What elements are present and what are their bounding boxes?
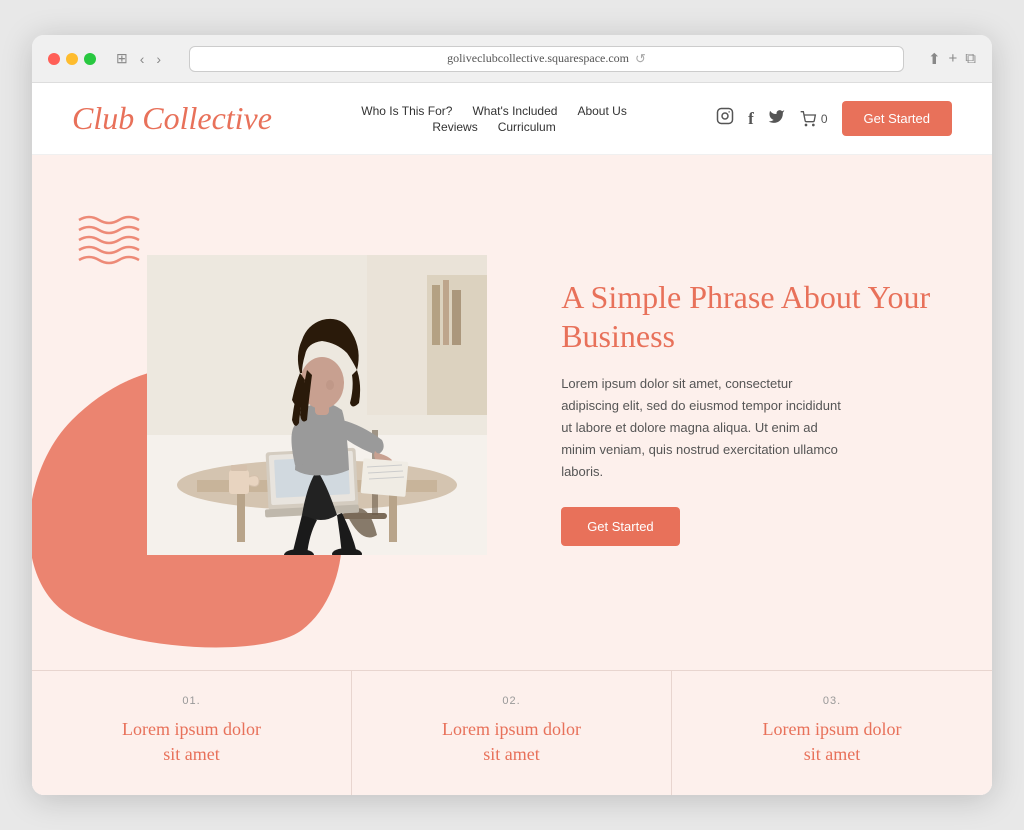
feature-number-1: 01. (62, 695, 321, 707)
browser-window: ⊞ ‹ › goliveclubcollective.squarespace.c… (32, 35, 992, 795)
nav-reviews[interactable]: Reviews (432, 120, 477, 134)
browser-controls: ⊞ ‹ › (112, 48, 165, 69)
close-button[interactable] (48, 53, 60, 65)
nav-about-us[interactable]: About Us (577, 104, 626, 118)
instagram-icon[interactable] (716, 107, 734, 130)
nav-row-2: Reviews Curriculum (432, 120, 555, 134)
features-grid: 01. Lorem ipsum dolorsit amet 02. Lorem … (32, 671, 992, 795)
feature-title-2: Lorem ipsum dolorsit amet (382, 717, 641, 767)
hero-title: A Simple Phrase About Your Business (561, 278, 952, 355)
feature-item-2: 02. Lorem ipsum dolorsit amet (352, 671, 672, 795)
site-header: Club Collective Who Is This For? What's … (32, 83, 992, 155)
sidebar-toggle-button[interactable]: ⊞ (112, 48, 132, 69)
header-right: f 0 Get Started (716, 101, 952, 136)
nav-row-1: Who Is This For? What's Included About U… (361, 104, 627, 118)
hero-get-started-button[interactable]: Get Started (561, 507, 679, 546)
hero-image (147, 255, 487, 560)
browser-chrome: ⊞ ‹ › goliveclubcollective.squarespace.c… (32, 35, 992, 83)
duplicate-button[interactable]: ⧉ (965, 50, 976, 67)
new-tab-button[interactable]: + (949, 50, 958, 67)
traffic-lights (48, 53, 96, 65)
feature-title-1: Lorem ipsum dolorsit amet (62, 717, 321, 767)
feature-number-3: 03. (702, 695, 962, 707)
hero-section: A Simple Phrase About Your Business Lore… (32, 155, 992, 670)
feature-title-3: Lorem ipsum dolorsit amet (702, 717, 962, 767)
url-text: goliveclubcollective.squarespace.com (447, 51, 629, 66)
minimize-button[interactable] (66, 53, 78, 65)
forward-button[interactable]: › (152, 49, 165, 69)
header-get-started-button[interactable]: Get Started (842, 101, 952, 136)
nav-curriculum[interactable]: Curriculum (498, 120, 556, 134)
maximize-button[interactable] (84, 53, 96, 65)
share-button[interactable]: ⬆ (928, 50, 941, 68)
nav-whats-included[interactable]: What's Included (472, 104, 557, 118)
website-content: Club Collective Who Is This For? What's … (32, 83, 992, 795)
back-button[interactable]: ‹ (136, 49, 149, 69)
features-section: 01. Lorem ipsum dolorsit amet 02. Lorem … (32, 670, 992, 795)
cart-button[interactable]: 0 (799, 111, 828, 127)
facebook-icon[interactable]: f (748, 109, 754, 129)
wave-decoration (74, 210, 149, 270)
nav-who-is-this-for[interactable]: Who Is This For? (361, 104, 452, 118)
hero-description: Lorem ipsum dolor sit amet, consectetur … (561, 373, 841, 483)
twitter-icon[interactable] (768, 108, 785, 130)
browser-actions: ⬆ + ⧉ (928, 50, 976, 68)
address-bar[interactable]: goliveclubcollective.squarespace.com ↺ (189, 46, 904, 72)
cart-count: 0 (821, 112, 828, 126)
feature-item-3: 03. Lorem ipsum dolorsit amet (672, 671, 992, 795)
feature-number-2: 02. (382, 695, 641, 707)
hero-right: A Simple Phrase About Your Business Lore… (531, 155, 992, 670)
site-logo[interactable]: Club Collective (72, 100, 272, 137)
feature-item-1: 01. Lorem ipsum dolorsit amet (32, 671, 352, 795)
site-navigation: Who Is This For? What's Included About U… (361, 104, 627, 134)
hero-left (32, 155, 531, 670)
refresh-icon[interactable]: ↺ (635, 51, 646, 67)
